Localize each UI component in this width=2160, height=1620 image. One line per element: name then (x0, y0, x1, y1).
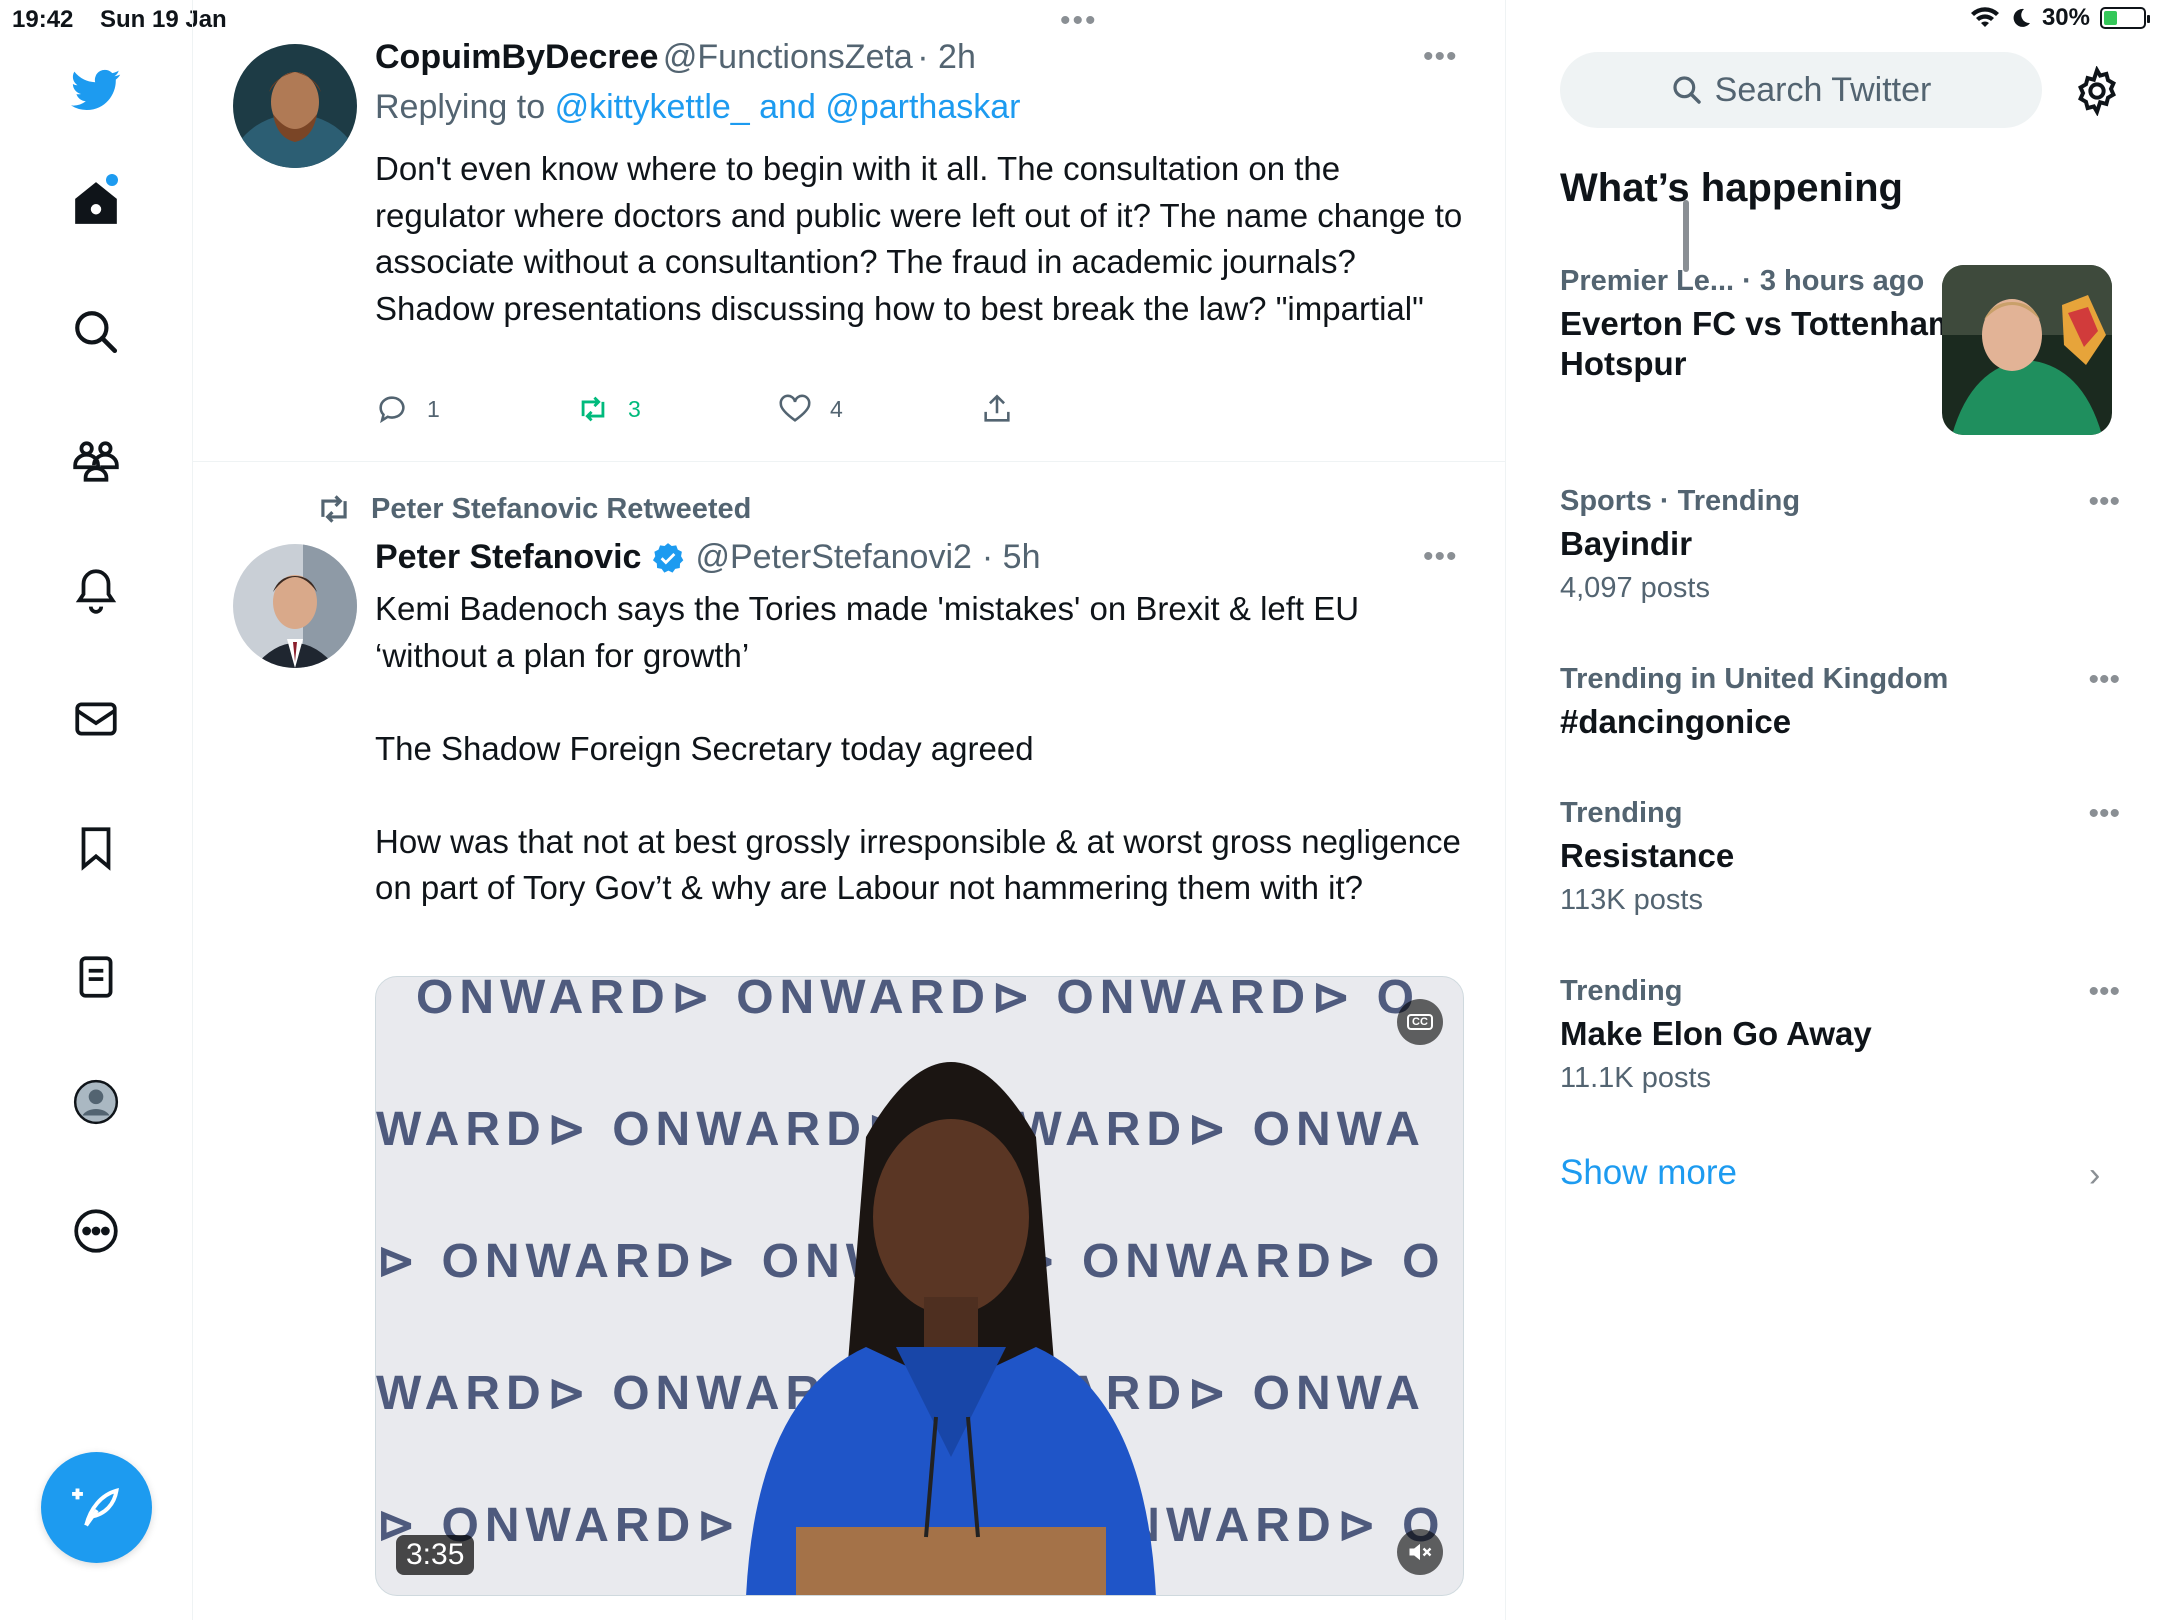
trend-title: Resistance (1560, 837, 1735, 874)
reply-icon (379, 396, 405, 424)
trend-thumbnail[interactable] (1942, 265, 2112, 435)
heart-icon (779, 394, 811, 422)
communities-icon[interactable] (56, 421, 136, 501)
right-sidebar: Search Twitter What’s happening Premier … (1507, 0, 2160, 1620)
tweet-1-like-count: 4 (830, 395, 843, 422)
whats-happening-title: What’s happening (1560, 166, 1903, 210)
trend-context: Trending (1560, 797, 1683, 829)
tweet-2-more-icon[interactable]: ••• (1423, 540, 1458, 574)
tweet-1-time[interactable]: · 2h (917, 38, 976, 76)
trend-context: Premier Le... · 3 hours ago (1560, 265, 1925, 297)
trend-more-icon[interactable]: ••• (2088, 975, 2120, 1009)
compose-tweet-button[interactable] (41, 1452, 152, 1563)
trend-post-count: 113K posts (1560, 884, 1703, 916)
replying-to-users-link[interactable]: @kittykettle_ and @parthaskar (555, 88, 1021, 126)
trend-item[interactable]: Trending in United Kingdom #dancingonice… (1560, 663, 2120, 742)
trend-more-icon[interactable]: ••• (2088, 797, 2120, 831)
profile-avatar-icon[interactable] (56, 1062, 136, 1142)
tweet-2-video[interactable]: ONWARD⊳ ONWARD⊳ ONWARD⊳ O WARD⊳ ONWARD⊳ … (375, 976, 1464, 1596)
tweet-1-retweet-button[interactable]: 3 (576, 392, 778, 426)
closed-captions-button[interactable]: CC (1397, 999, 1443, 1045)
messages-envelope-icon[interactable] (56, 679, 136, 759)
trend-more-icon[interactable]: ••• (2088, 485, 2120, 519)
tweet-1-reply-count: 1 (427, 395, 440, 422)
left-nav (0, 0, 193, 1620)
trend-context: Trending (1560, 975, 1683, 1007)
more-options-icon[interactable] (56, 1191, 136, 1271)
twitter-logo-icon[interactable] (56, 50, 136, 130)
speaker-muted-icon (1409, 1543, 1432, 1561)
timeline[interactable]: CopuimByDecree @FunctionsZeta · 2h ••• R… (193, 0, 1689, 1620)
show-more-link[interactable]: Show more (1560, 1153, 1737, 1193)
retweeted-by-row: Peter Stefanovic Retweeted (315, 490, 751, 528)
tweet-2-author-name[interactable]: Peter Stefanovic (375, 538, 641, 577)
replying-to-prefix: Replying to (375, 88, 546, 126)
trend-post-count: 11.1K posts (1560, 1062, 1712, 1094)
tweet-2-paragraph-1: Kemi Badenoch says the Tories made 'mist… (375, 590, 1360, 674)
tweet-2-avatar[interactable] (233, 544, 357, 668)
tweet-1-actions: 1 3 4 (375, 392, 1014, 426)
tweet-2-text: Kemi Badenoch says the Tories made 'mist… (375, 586, 1465, 912)
tweet-1-reply-button[interactable]: 1 (375, 392, 576, 426)
feather-plus-icon (71, 1487, 119, 1526)
settings-gear-icon[interactable] (2072, 66, 2122, 116)
trend-title: Make Elon Go Away (1560, 1015, 1872, 1052)
bookmarks-icon[interactable] (56, 808, 136, 888)
search-input[interactable]: Search Twitter (1560, 52, 2042, 128)
tweet-2-header: Peter Stefanovic @PeterStefanovi2 · 5h (375, 538, 1041, 577)
trend-title: Everton FC vs Tottenham Hotspur (1560, 305, 1958, 382)
tweet-1-avatar[interactable] (233, 44, 357, 168)
trend-item[interactable]: Trending Make Elon Go Away 11.1K posts •… (1560, 975, 2120, 1095)
search-placeholder: Search Twitter (1714, 70, 1932, 109)
trend-item[interactable]: Sports · Trending Bayindir 4,097 posts •… (1560, 485, 2120, 605)
trend-post-count: 4,097 posts (1560, 572, 1710, 604)
tweet-1-replying: Replying to @kittykettle_ and @parthaska… (375, 88, 1020, 127)
tweet-2-time[interactable]: · 5h (982, 538, 1041, 577)
retweeted-by-text[interactable]: Peter Stefanovic Retweeted (371, 493, 751, 526)
tweet-2-paragraph-3: How was that not at best grossly irrespo… (375, 822, 1461, 907)
tweet-1-handle[interactable]: @FunctionsZeta (663, 38, 913, 76)
share-icon (984, 394, 1010, 422)
home-icon[interactable] (56, 163, 136, 243)
verified-badge-icon (653, 542, 684, 573)
trend-context: Trending in United Kingdom (1560, 663, 1949, 695)
lists-icon[interactable] (56, 937, 136, 1017)
tweet-2-paragraph-2: The Shadow Foreign Secretary today agree… (375, 729, 1034, 767)
tweet-1-share-button[interactable] (980, 392, 1014, 426)
app-root: 19:42 Sun 19 Jan ••• 30% CopuimByDecree … (0, 0, 2160, 1620)
video-duration: 3:35 (396, 1535, 475, 1575)
trend-more-icon[interactable]: ••• (2088, 663, 2120, 697)
tweet-1-more-icon[interactable]: ••• (1423, 40, 1458, 74)
trend-context: Sports · Trending (1560, 485, 1801, 517)
chevron-right-icon[interactable]: › (2089, 1156, 2100, 1195)
tweet-1-header: CopuimByDecree @FunctionsZeta · 2h (375, 38, 976, 77)
explore-search-icon[interactable] (56, 292, 136, 372)
tweet-1-author-name[interactable]: CopuimByDecree (375, 38, 658, 76)
search-icon (1673, 76, 1701, 104)
trend-item[interactable]: Trending Resistance 113K posts ••• (1560, 797, 2120, 917)
trend-title: Bayindir (1560, 525, 1693, 562)
home-notification-dot (106, 174, 118, 186)
tweet-divider (193, 461, 1506, 462)
tweet-1-text: Don't even know where to begin with it a… (375, 150, 1463, 327)
retweet-small-icon (321, 495, 347, 523)
mute-button[interactable] (1397, 1529, 1443, 1575)
speaker-figure (746, 1062, 1156, 1595)
tweet-1-like-button[interactable]: 4 (778, 392, 980, 426)
notifications-bell-icon[interactable] (56, 550, 136, 630)
retweet-icon (581, 396, 605, 422)
tweet-2-handle[interactable]: @PeterStefanovi2 (695, 538, 971, 577)
tweet-1-retweet-count: 3 (628, 395, 641, 422)
trend-item[interactable]: Premier Le... · 3 hours ago Everton FC v… (1560, 265, 1960, 384)
trend-title: #dancingonice (1560, 703, 1792, 740)
